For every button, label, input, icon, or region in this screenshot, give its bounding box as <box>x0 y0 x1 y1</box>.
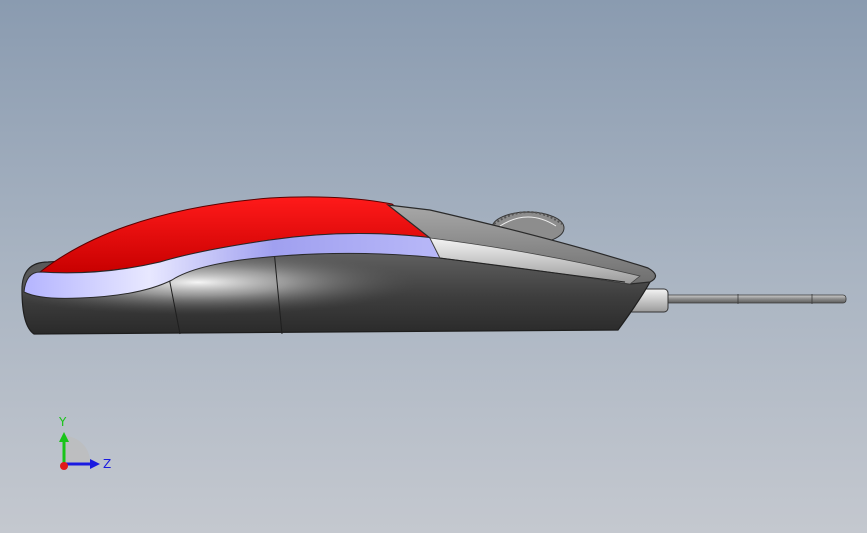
axis-triad: Y Z <box>58 415 111 471</box>
mouse-model[interactable] <box>0 0 867 533</box>
graphics-viewport[interactable]: Y Z <box>0 0 867 533</box>
x-axis-dot <box>60 462 68 470</box>
cable[interactable] <box>659 294 847 304</box>
z-axis-label: Z <box>103 457 111 471</box>
z-axis-arrow <box>90 459 100 469</box>
y-axis-label: Y <box>58 415 67 429</box>
